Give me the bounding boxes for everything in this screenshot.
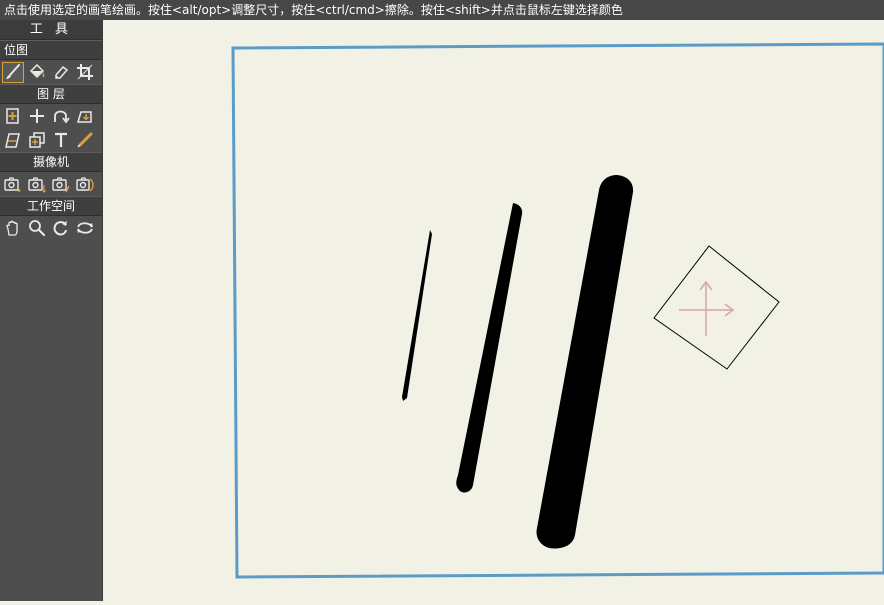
zoom-icon (29, 220, 46, 237)
eyedropper-icon (77, 132, 93, 148)
layer-move-icon (76, 111, 92, 123)
duplicate-layer-icon (29, 132, 45, 148)
brush-stroke (536, 175, 634, 549)
section-camera: 摄像机 (0, 152, 102, 172)
curve-arrow-button[interactable] (50, 106, 72, 127)
crop-tool-button[interactable] (74, 62, 96, 83)
camera-add-button[interactable] (2, 174, 24, 195)
add-button[interactable] (26, 106, 48, 127)
reset-rotate-button[interactable] (74, 218, 96, 239)
brush-icon (6, 64, 20, 79)
curve-arrow-icon (54, 110, 70, 124)
status-text: 点击使用选定的画笔绘画。按住<alt/opt>调整尺寸，按住<ctrl/cmd>… (4, 3, 623, 17)
drawing-canvas[interactable] (103, 20, 884, 601)
tool-panel-title: 工 具 (0, 20, 102, 40)
section-workspace: 工作空间 (0, 196, 102, 216)
text-tool-button[interactable] (50, 130, 72, 151)
camera-move-icon (28, 177, 46, 193)
new-layer-button[interactable] (2, 106, 24, 127)
section-bitmap: 位图 (0, 40, 102, 60)
layer-transform-icon (5, 133, 20, 148)
section-layers: 图 层 (0, 84, 102, 104)
hand-icon (6, 220, 18, 236)
crosshair-icon (679, 282, 733, 336)
rotate-icon (53, 221, 67, 236)
camera-rotate-icon (76, 177, 94, 192)
hand-tool-button[interactable] (2, 218, 24, 239)
zoom-tool-button[interactable] (26, 218, 48, 239)
canvas-drawing (231, 42, 884, 579)
crop-icon (77, 64, 93, 80)
rotate-tool-button[interactable] (50, 218, 72, 239)
camera-rotate-button[interactable] (74, 174, 96, 195)
tool-panel: 工 具 位图 图 层 摄像机 工作空间 (0, 20, 103, 601)
add-icon (30, 109, 44, 123)
brush-stroke (456, 203, 523, 493)
eraser-tool-button[interactable] (50, 62, 72, 83)
fill-tool-button[interactable] (26, 62, 48, 83)
layer-move-button[interactable] (74, 106, 96, 127)
brush-tool-button[interactable] (2, 61, 24, 83)
brush-stroke (402, 230, 432, 401)
brush-cursor-outline (653, 245, 780, 370)
camera-edit-button[interactable] (50, 174, 72, 195)
status-bar: 点击使用选定的画笔绘画。按住<alt/opt>调整尺寸，按住<ctrl/cmd>… (0, 0, 884, 20)
fill-bucket-icon (29, 63, 45, 79)
camera-add-icon (4, 177, 21, 192)
layer-transform-button[interactable] (2, 130, 24, 151)
duplicate-layer-button[interactable] (26, 130, 48, 151)
reset-rotate-icon (77, 222, 93, 234)
eraser-icon (55, 65, 69, 79)
eyedropper-tool-button[interactable] (74, 130, 96, 151)
text-icon (55, 132, 67, 147)
camera-edit-icon (52, 177, 70, 193)
new-layer-icon (6, 108, 19, 124)
camera-move-button[interactable] (26, 174, 48, 195)
